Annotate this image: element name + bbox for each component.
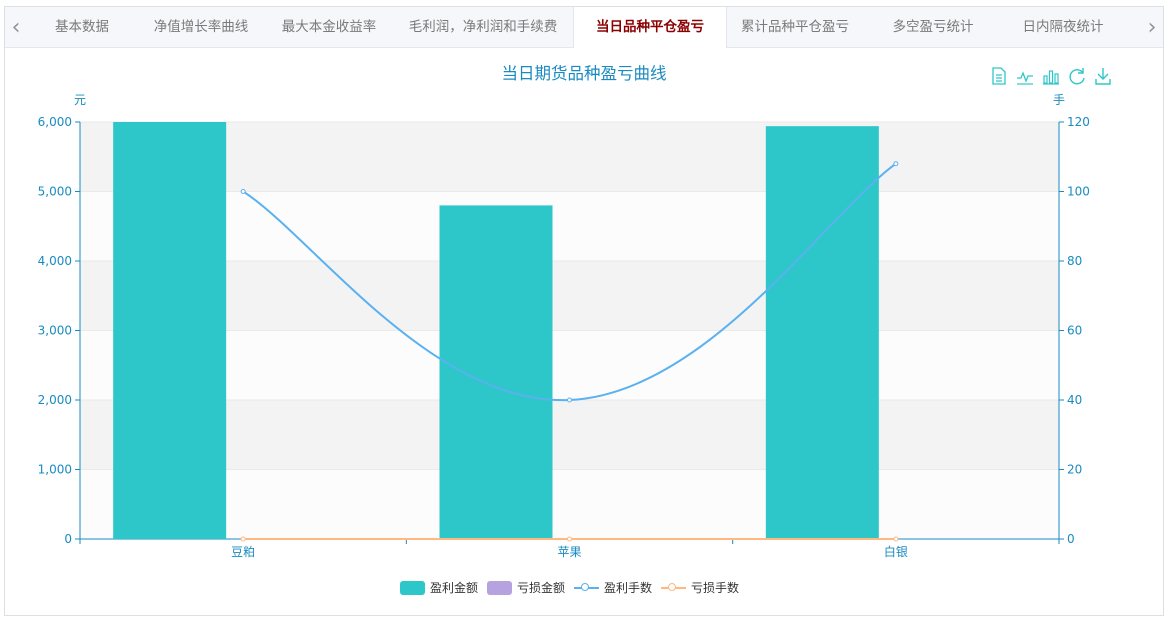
y-left-tick-label: 5,000 — [38, 185, 72, 199]
x-tick-label: 苹果 — [557, 545, 581, 559]
y-right-tick-label: 100 — [1067, 185, 1090, 199]
y-right-tick-label: 80 — [1067, 254, 1082, 268]
y-left-tick-label: 4,000 — [38, 254, 72, 268]
bar-profit-amount — [439, 205, 553, 539]
point-loss-lots — [893, 536, 899, 542]
y-right-tick-label: 60 — [1067, 324, 1082, 338]
legend-item[interactable]: 盈利手数 — [574, 579, 652, 596]
y-left-tick-label: 0 — [64, 532, 72, 546]
legend-label: 亏损手数 — [691, 581, 740, 595]
chart-legend: 盈利金额 亏损金额 盈利手数 亏损手数 — [400, 579, 748, 596]
grid-band — [80, 469, 1059, 539]
y-left-tick-label: 3,000 — [38, 324, 72, 338]
y-right-axis-name: 手 — [1053, 93, 1065, 107]
bar-profit-amount — [765, 126, 879, 540]
y-right-tick-label: 120 — [1067, 115, 1090, 129]
grid-band — [80, 191, 1059, 261]
legend-label: 亏损金额 — [517, 581, 566, 595]
legend-item[interactable]: 盈利金额 — [400, 579, 478, 596]
grid-band — [80, 261, 1059, 331]
legend-bar-swatch — [487, 580, 513, 595]
point-profit-lots — [893, 161, 899, 167]
legend-line-swatch — [661, 581, 687, 595]
y-left-tick-label: 1,000 — [38, 463, 72, 477]
legend-item[interactable]: 亏损金额 — [487, 579, 565, 596]
legend-label: 盈利金额 — [430, 581, 479, 595]
point-loss-lots — [240, 536, 246, 542]
y-right-tick-label: 20 — [1067, 463, 1082, 477]
x-tick-label: 白银 — [884, 544, 908, 559]
y-left-axis-name: 元 — [74, 93, 86, 107]
bar-profit-amount — [113, 122, 227, 539]
point-profit-lots — [567, 397, 572, 403]
point-profit-lots — [240, 189, 246, 194]
legend-bar-swatch — [400, 580, 425, 595]
x-tick-label: 豆粕 — [231, 544, 255, 559]
legend-line-swatch — [574, 581, 600, 595]
chart-canvas: 0 1,000 2,000 3,000 4,000 5,000 6,000 0 20 40 60 80… — [38, 93, 1090, 559]
grid-band — [80, 330, 1059, 400]
y-left-tick-label: 6,000 — [38, 115, 72, 129]
legend-label: 盈利手数 — [604, 581, 653, 595]
grid-band — [80, 400, 1059, 470]
point-loss-lots — [567, 536, 572, 542]
y-right-tick-label: 0 — [1067, 532, 1075, 546]
y-left-tick-label: 2,000 — [38, 393, 72, 407]
legend-item[interactable]: 亏损手数 — [661, 579, 739, 596]
grid-band — [80, 122, 1059, 192]
y-right-tick-label: 40 — [1067, 393, 1082, 407]
